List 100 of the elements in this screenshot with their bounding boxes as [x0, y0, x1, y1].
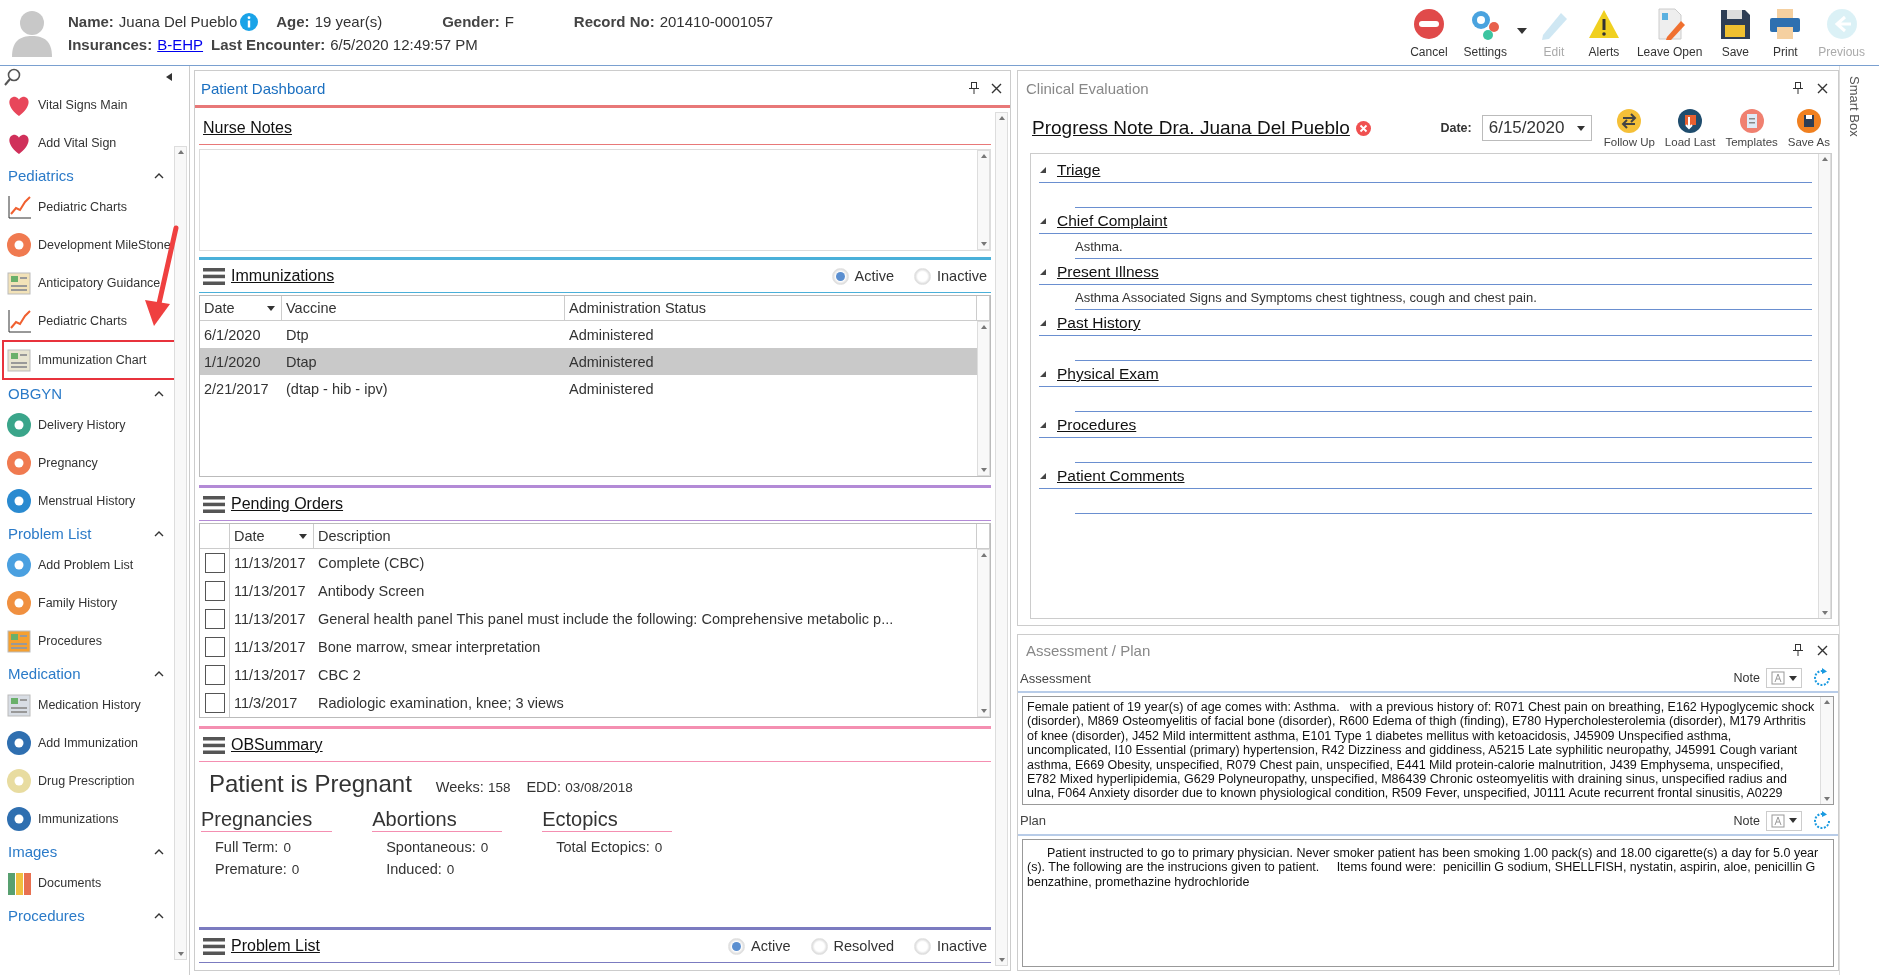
scrollbar[interactable] — [995, 112, 1008, 966]
section-header[interactable]: Medication — [4, 660, 174, 686]
collapse-caret-icon[interactable] — [154, 389, 164, 397]
close-icon[interactable] — [991, 82, 1002, 94]
toolbar-button[interactable]: Settings — [1455, 5, 1515, 61]
section-title[interactable]: Triage — [1057, 161, 1101, 179]
expand-triangle-icon[interactable] — [1039, 319, 1047, 327]
radio-option[interactable]: Inactive — [914, 937, 987, 955]
action-button[interactable]: Save As — [1785, 108, 1832, 148]
sidebar-item[interactable]: Anticipatory Guidance — [4, 264, 174, 302]
sidebar-item[interactable]: Add Vital Sign — [4, 124, 174, 162]
expand-triangle-icon[interactable] — [1039, 217, 1047, 225]
checkbox[interactable] — [204, 553, 225, 573]
sidebar-item[interactable]: Delivery History — [4, 406, 174, 444]
action-button[interactable]: Templates — [1723, 108, 1780, 148]
section-header[interactable]: Images — [4, 838, 174, 864]
close-icon[interactable] — [1817, 82, 1828, 94]
collapse-caret-icon[interactable] — [154, 669, 164, 677]
collapse-icon[interactable] — [166, 73, 172, 81]
sort-caret-icon[interactable] — [299, 533, 307, 539]
table-row[interactable]: 1/1/2020 Dtap Administered — [200, 348, 977, 375]
action-button[interactable]: Load Last — [1662, 108, 1718, 148]
section-title[interactable]: OBSummary — [231, 736, 323, 754]
info-icon[interactable] — [240, 12, 259, 31]
remove-icon[interactable] — [1355, 120, 1371, 136]
section-header[interactable]: OBGYN — [4, 380, 174, 406]
pin-icon[interactable] — [1793, 82, 1803, 94]
search-icon[interactable] — [4, 68, 22, 86]
sidebar-item[interactable]: Add Problem List — [4, 546, 174, 584]
scrollbar[interactable] — [977, 150, 990, 250]
section-title[interactable]: Nurse Notes — [203, 119, 292, 137]
section-title[interactable]: Present Illness — [1057, 263, 1159, 281]
refresh-icon[interactable] — [1812, 810, 1832, 831]
section-title[interactable]: Pending Orders — [231, 495, 344, 513]
menu-icon[interactable] — [203, 937, 225, 955]
sidebar-item[interactable]: Menstrual History — [4, 482, 174, 520]
sidebar-item[interactable]: Documents — [4, 864, 174, 902]
checkbox[interactable] — [204, 609, 225, 629]
radio-option[interactable]: Inactive — [914, 267, 987, 285]
menu-icon[interactable] — [203, 267, 225, 285]
radio-option[interactable]: Active — [831, 267, 894, 285]
checkbox[interactable] — [204, 637, 225, 657]
refresh-icon[interactable] — [1812, 668, 1832, 688]
column-header[interactable]: Vaccine — [282, 296, 565, 320]
scrollbar[interactable] — [977, 549, 990, 717]
side-tab[interactable]: Smart Box — [1847, 76, 1862, 137]
checkbox[interactable] — [204, 665, 225, 685]
scrollbar[interactable] — [1820, 697, 1833, 804]
sidebar-item[interactable]: Add Immunization — [4, 724, 174, 762]
section-title[interactable]: Problem List — [231, 937, 320, 955]
checkbox[interactable] — [204, 693, 225, 713]
section-header[interactable]: Procedures — [4, 902, 174, 928]
caret-icon[interactable] — [1576, 125, 1585, 131]
sidebar-item[interactable]: Family History — [4, 584, 174, 622]
sidebar-item[interactable]: Vital Signs Main — [4, 86, 174, 124]
column-header[interactable]: Description — [314, 524, 977, 548]
collapse-caret-icon[interactable] — [154, 529, 164, 537]
table-row[interactable]: 6/1/2020 Dtp Administered — [200, 321, 977, 348]
toolbar-button[interactable]: Save — [1710, 5, 1761, 61]
section-title[interactable]: Patient Comments — [1057, 467, 1185, 485]
section-title[interactable]: Immunizations — [231, 267, 335, 285]
collapse-caret-icon[interactable] — [154, 911, 164, 919]
sidebar-item[interactable]: Pregnancy — [4, 444, 174, 482]
column-header[interactable]: Date — [200, 296, 282, 320]
scrollbar[interactable] — [1818, 154, 1831, 618]
sidebar-item[interactable]: Immunizations — [4, 800, 174, 838]
action-button[interactable]: Follow Up — [1601, 108, 1657, 148]
toolbar-button[interactable]: Leave Open — [1628, 5, 1711, 61]
radio-option[interactable]: Active — [728, 937, 791, 955]
pin-icon[interactable] — [969, 82, 979, 94]
expand-triangle-icon[interactable] — [1039, 166, 1047, 174]
sidebar-item[interactable]: Pediatric Charts — [4, 188, 174, 226]
expand-triangle-icon[interactable] — [1039, 268, 1047, 276]
assessment-field[interactable]: Female patient of 19 year(s) of age comes with: Asthma. with a previous history of: R071 Chest pain on breathing, E162 Hypoglycemic shock (disorder), M869 Osteomyelitis of facial bone (disorder), R600 Edema of thigh (finding), E780 Hypercholesterolemia (disorder), M179 Arthritis of knee (disorder), J452 Mild intermittent asthma, E101 Type 1 diabetes mellitus with ketoacidosis, J45909 Unspecified asthma, uncomplicated, I10 Essential (primary) hypertension, R42 Dizziness and giddiness, A5215 Late syphilitic neuropathy, J45991 Cough variant asthma, E669 Obesity, unspecified, R079 Chest pain, unspecified, E441 Mild protein-calorie malnutrition, J439 Emphysema, unspecified, E782 Mixed hyperlipidemia, G629 Polyneuropathy, unspecified, M86439 Chronic osteomyelitis with draining sinus, unspecified radius and ulna, F064 Anxiety disorder due to known physiological condition, R509 Fever, unspecified, J0111 Acute recurrent frontal sinusitis, A0229 — [1022, 696, 1834, 805]
sidebar-item[interactable]: Pediatric Charts — [4, 302, 174, 340]
date-picker[interactable]: 6/15/2020 — [1481, 115, 1592, 141]
notes-field[interactable] — [199, 149, 991, 251]
dropdown-caret-icon[interactable] — [1516, 27, 1527, 34]
sidebar-item[interactable]: Medication History — [4, 686, 174, 724]
toolbar-button[interactable]: Cancel — [1402, 5, 1456, 61]
expand-triangle-icon[interactable] — [1039, 421, 1047, 429]
menu-icon[interactable] — [203, 736, 225, 754]
section-title[interactable]: Past History — [1057, 314, 1141, 332]
sort-caret-icon[interactable] — [267, 305, 275, 311]
expand-triangle-icon[interactable] — [1039, 370, 1047, 378]
section-title[interactable]: Physical Exam — [1057, 365, 1159, 383]
insurance-link[interactable]: B-EHP — [157, 35, 204, 53]
menu-icon[interactable] — [203, 495, 225, 513]
checkbox[interactable] — [204, 581, 225, 601]
column-header[interactable]: Date — [230, 524, 314, 548]
sidebar-item[interactable]: Development MileStone — [4, 226, 174, 264]
table-row[interactable]: 2/21/2017 (dtap - hib - ipv) Administered — [200, 375, 977, 402]
format-dropdown[interactable] — [1766, 668, 1802, 688]
plan-field[interactable]: Patient instructed to go to primary physician. Never smoker patient has been smoking 1.00 pack(s) and 18.00 cigarette(s) a day for 5.0 year (s). The following are the instrucions given to patient. Items found were: penicillin G sodium, SHELLFISH, nystatin, aspirin, aloe, penicillin G benzathine, promethazine hydrochloride — [1022, 838, 1834, 967]
section-header[interactable]: Pediatrics — [4, 162, 174, 188]
sidebar-item[interactable]: Procedures — [4, 622, 174, 660]
expand-triangle-icon[interactable] — [1039, 472, 1047, 480]
column-header[interactable]: Administration Status — [565, 296, 977, 320]
toolbar-button[interactable]: Alerts — [1578, 5, 1629, 61]
format-dropdown[interactable] — [1766, 810, 1802, 831]
